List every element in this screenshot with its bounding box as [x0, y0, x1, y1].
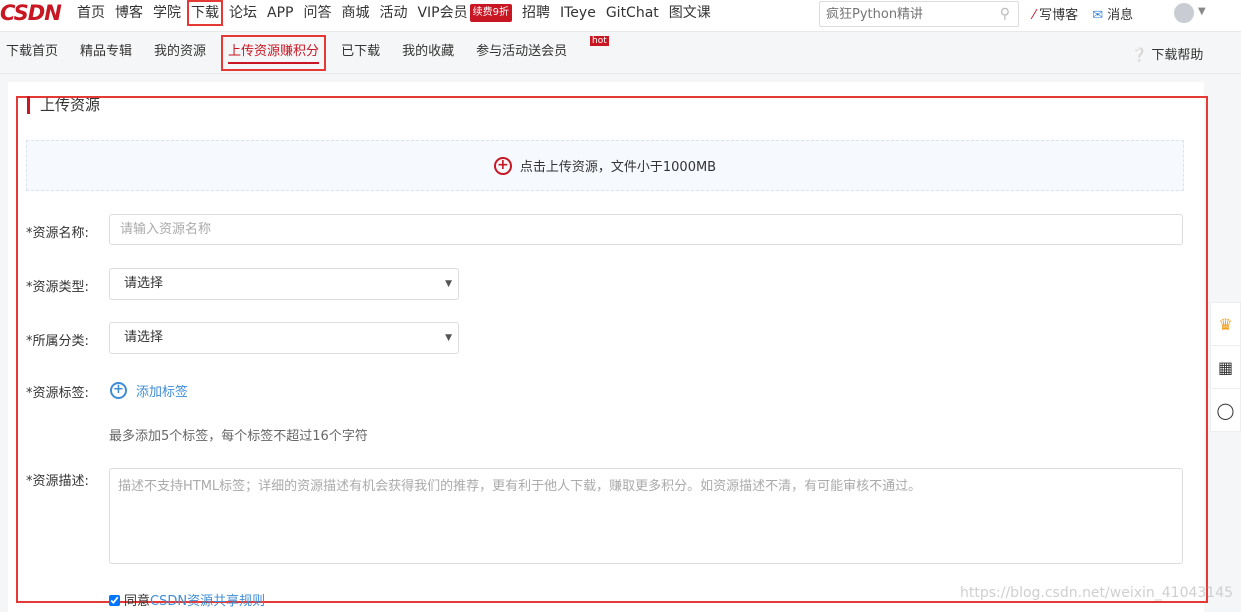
- agree-row: 同意CSDN资源共享规则: [109, 590, 265, 609]
- messages-label: 消息: [1107, 8, 1134, 23]
- nav-academy[interactable]: 学院: [153, 4, 181, 22]
- pen-icon: ⁄: [1033, 8, 1036, 23]
- question-icon: ❔: [1131, 48, 1148, 63]
- upload-dropzone[interactable]: + 点击上传资源，文件小于1000MB: [26, 140, 1184, 191]
- write-blog-link[interactable]: ⁄ 写博客: [1033, 4, 1078, 23]
- vip-discount-badge: 续费9折: [469, 4, 512, 22]
- avatar[interactable]: [1174, 3, 1194, 23]
- nav-events[interactable]: 活动: [379, 4, 407, 22]
- resource-type-value: 请选择: [124, 276, 164, 291]
- tab-activity-vip[interactable]: 参与活动送会员: [476, 42, 567, 64]
- desc-label: *资源描述:: [26, 474, 89, 489]
- agree-checkbox[interactable]: [109, 595, 120, 606]
- vip-crown-icon[interactable]: ♛: [1211, 303, 1240, 346]
- main-nav: 首页 博客 学院 下载 论坛 APP 问答 商城 活动 VIP会员 续费9折 招聘…: [77, 0, 721, 26]
- nav-iteye[interactable]: ITeye: [560, 4, 596, 22]
- plus-circle-icon: +: [493, 156, 512, 175]
- tab-download-home[interactable]: 下载首页: [6, 42, 58, 64]
- top-bar: CSDN 首页 博客 学院 下载 论坛 APP 问答 商城 活动 VIP会员 续费…: [0, 0, 1241, 32]
- messages-link[interactable]: ✉ 消息: [1092, 4, 1133, 23]
- nav-home[interactable]: 首页: [77, 4, 105, 22]
- nav-courses[interactable]: 图文课: [669, 4, 711, 22]
- name-label: *资源名称:: [26, 226, 89, 241]
- write-blog-label: 写博客: [1039, 8, 1079, 23]
- tab-upload-resource[interactable]: 上传资源赚积分: [221, 35, 327, 71]
- nav-app[interactable]: APP: [267, 4, 293, 22]
- nav-gitchat[interactable]: GitChat: [606, 4, 659, 22]
- download-help-label: 下载帮助: [1151, 48, 1204, 63]
- nav-jobs[interactable]: 招聘: [522, 4, 550, 22]
- nav-blog[interactable]: 博客: [115, 4, 143, 22]
- dropdown-arrow-icon: ▼: [445, 279, 452, 289]
- add-tag-button[interactable]: + 添加标签: [110, 381, 188, 400]
- user-links: ⁄ 写博客 ✉ 消息: [1033, 4, 1147, 23]
- hot-badge: hot: [590, 36, 609, 46]
- upload-text: 点击上传资源，文件小于1000MB: [519, 160, 717, 175]
- download-subnav: 下载首页 精品专辑 我的资源 上传资源赚积分 已下载 我的收藏 参与活动送会员 …: [0, 32, 1241, 74]
- nav-vip[interactable]: VIP会员 续费9折: [417, 4, 512, 22]
- category-label: *所属分类:: [26, 334, 89, 349]
- tab-downloaded[interactable]: 已下载: [341, 42, 380, 64]
- agree-text: 同意: [124, 594, 151, 609]
- type-label: *资源类型:: [26, 280, 89, 295]
- nav-vip-label: VIP会员: [417, 5, 468, 21]
- nav-download[interactable]: 下载: [187, 0, 223, 26]
- resource-type-select[interactable]: 请选择 ▼: [109, 268, 459, 300]
- plus-circle-icon: +: [110, 382, 127, 399]
- search-box: ⚲: [819, 1, 1019, 27]
- nav-qa[interactable]: 问答: [303, 4, 331, 22]
- add-tag-label: 添加标签: [136, 385, 189, 400]
- nav-forum[interactable]: 论坛: [229, 4, 257, 22]
- search-icon[interactable]: ⚲: [1000, 6, 1010, 22]
- side-toolbar: ♛ ▦ ◯: [1210, 302, 1241, 432]
- category-value: 请选择: [124, 330, 164, 345]
- rules-link[interactable]: CSDN资源共享规则: [150, 594, 265, 609]
- tab-favorites[interactable]: 我的收藏: [402, 42, 454, 64]
- tab-featured-albums[interactable]: 精品专辑: [80, 42, 132, 64]
- tags-label: *资源标签:: [26, 386, 89, 401]
- mail-icon: ✉: [1092, 8, 1104, 23]
- chevron-down-icon[interactable]: ▼: [1198, 6, 1206, 17]
- nav-mall[interactable]: 商城: [341, 4, 369, 22]
- customer-service-icon[interactable]: ◯: [1211, 389, 1240, 432]
- section-title: 上传资源: [27, 96, 100, 114]
- search-input[interactable]: [820, 2, 990, 26]
- csdn-logo[interactable]: CSDN: [0, 1, 62, 25]
- resource-name-input[interactable]: [109, 214, 1183, 245]
- download-help-link[interactable]: ❔ 下载帮助: [1131, 44, 1203, 63]
- watermark: https://blog.csdn.net/weixin_41043145: [960, 585, 1234, 601]
- tags-hint: 最多添加5个标签，每个标签不超过16个字符: [109, 429, 368, 444]
- description-textarea[interactable]: [109, 468, 1183, 564]
- tab-my-resources[interactable]: 我的资源: [154, 42, 206, 64]
- dropdown-arrow-icon: ▼: [445, 333, 452, 343]
- qrcode-icon[interactable]: ▦: [1211, 346, 1240, 389]
- category-select[interactable]: 请选择 ▼: [109, 322, 459, 354]
